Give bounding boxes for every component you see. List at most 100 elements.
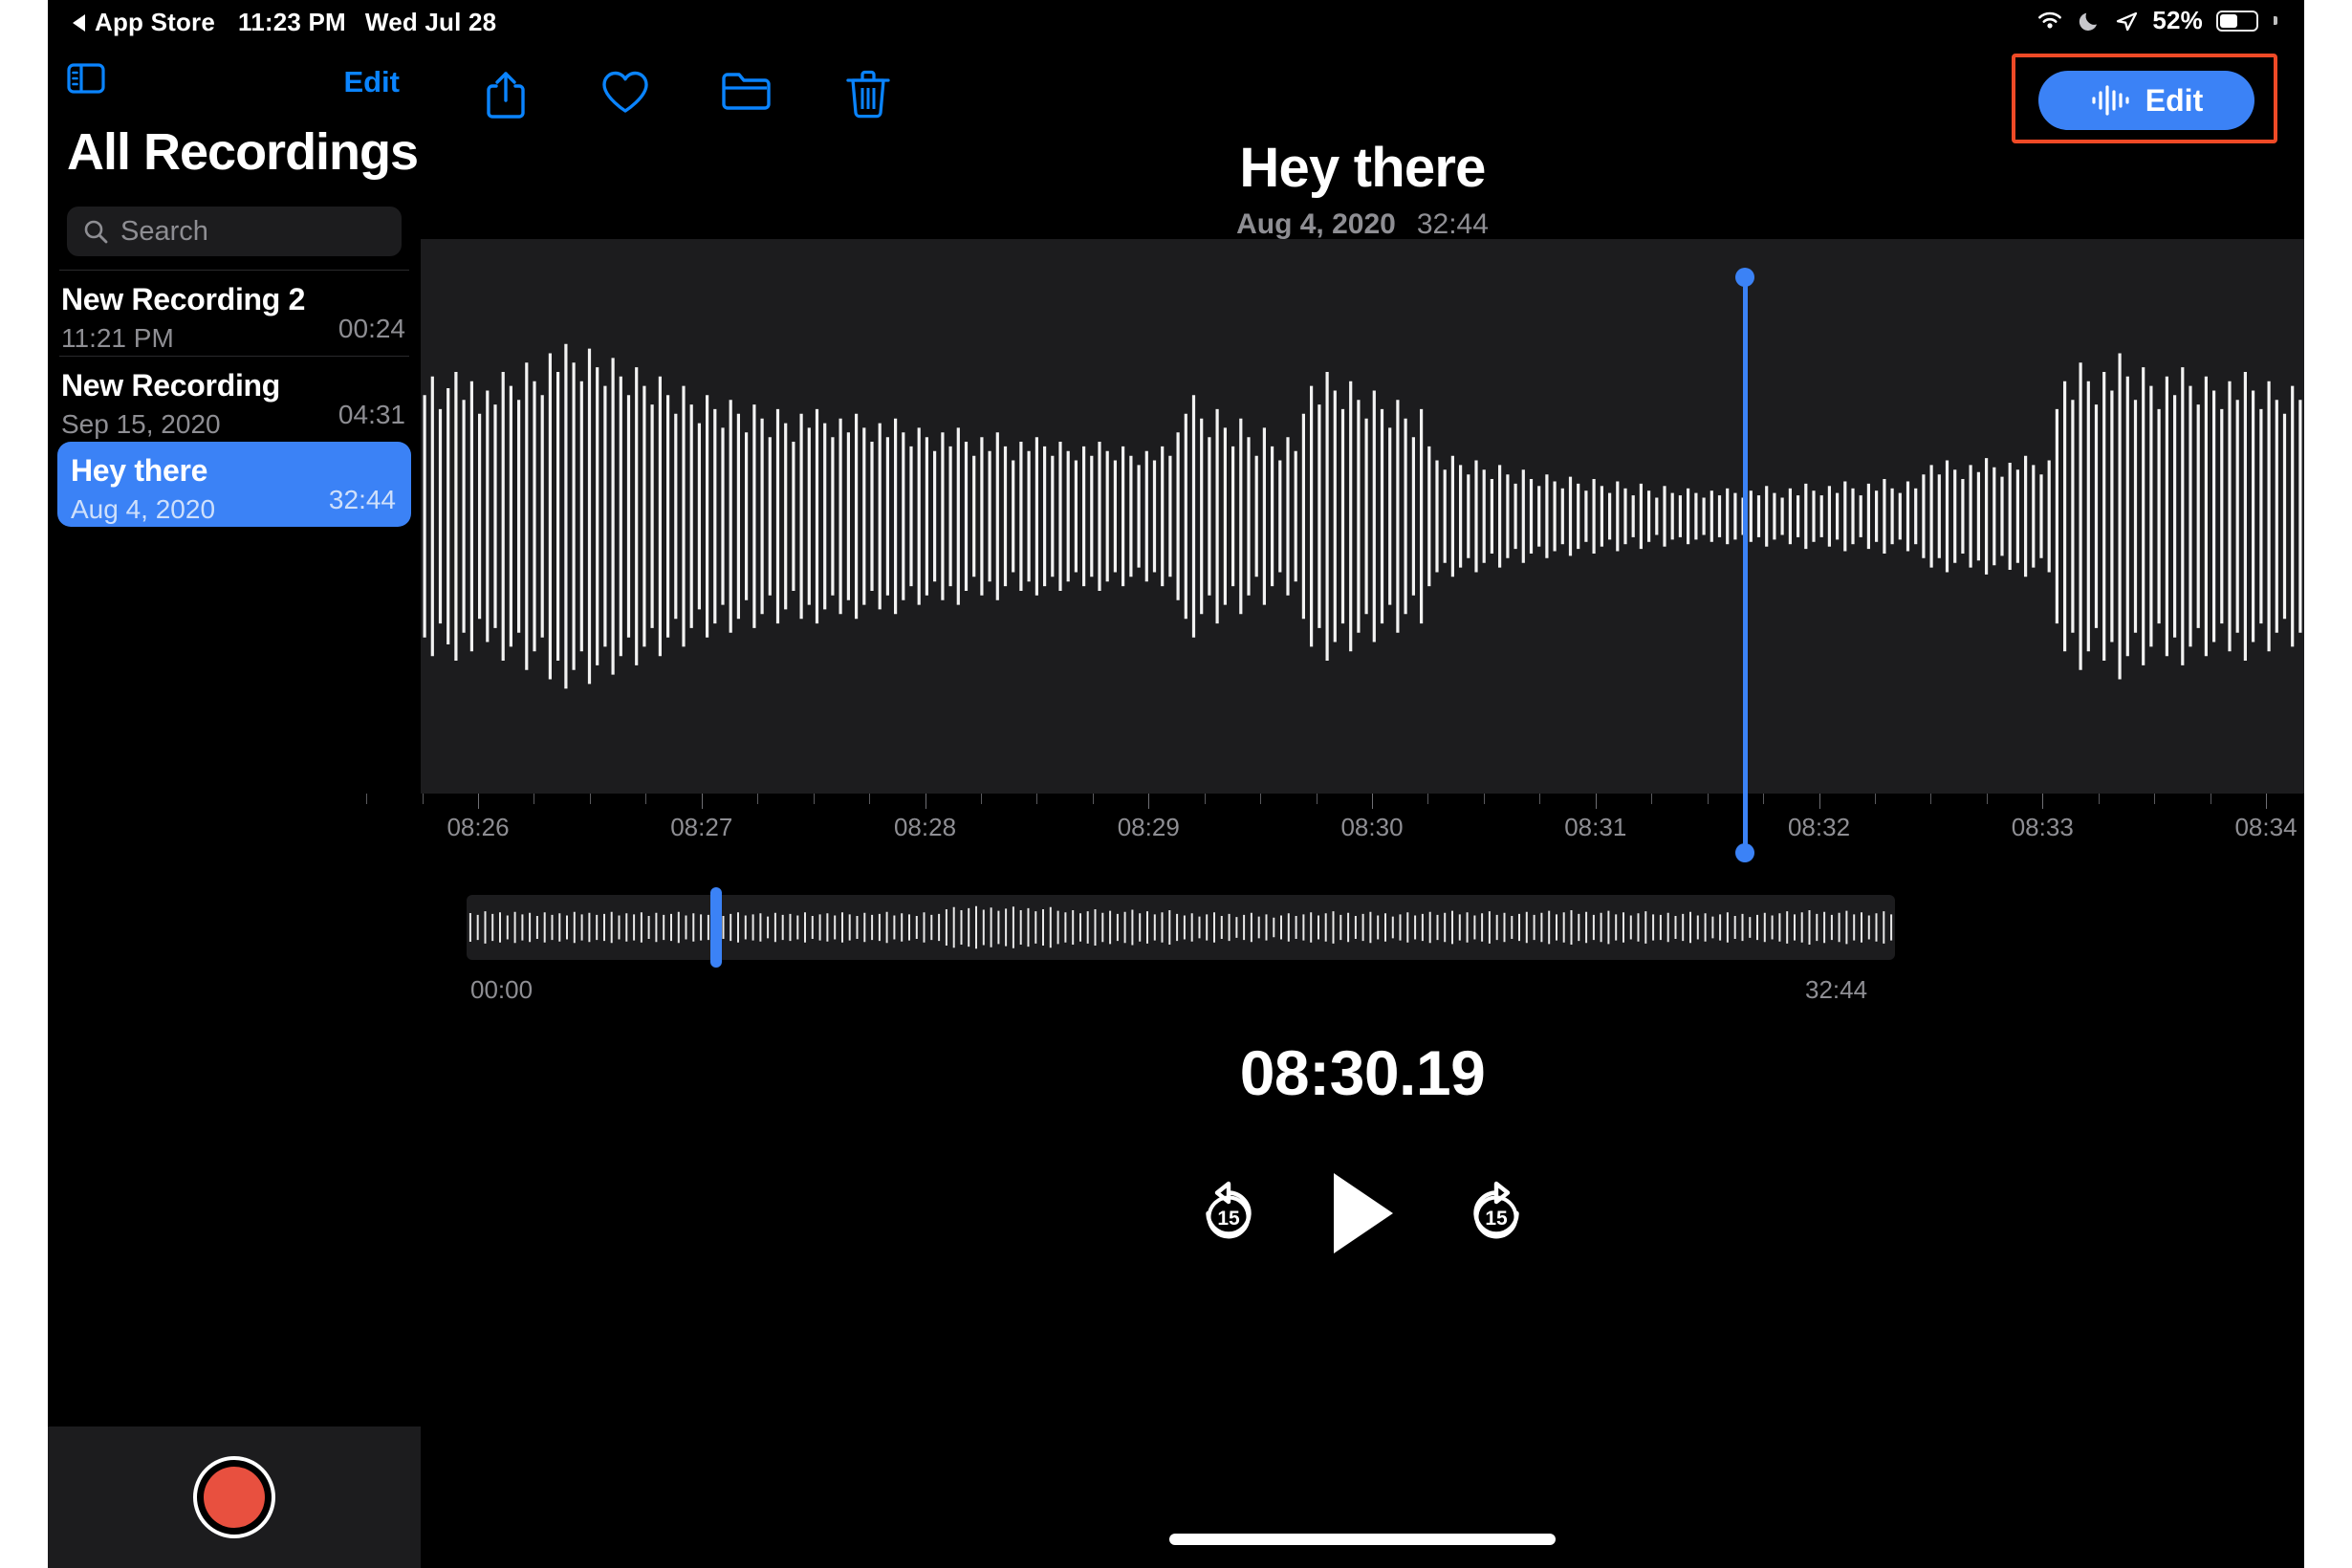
axis-label: 08:32	[1787, 813, 1851, 841]
list-item-title: New Recording	[61, 368, 281, 403]
axis-tick-major	[2266, 794, 2267, 809]
axis-tick-minor	[1260, 794, 1262, 804]
search-input[interactable]: Search	[67, 207, 402, 256]
status-bar-right: 52%	[2036, 6, 2277, 35]
share-icon[interactable]	[484, 69, 528, 125]
axis-tick-minor	[1316, 794, 1318, 804]
axis-label: 08:28	[893, 813, 957, 841]
axis-tick-minor	[1539, 794, 1541, 804]
status-time: 11:23 PM	[238, 8, 346, 36]
axis-tick-major	[1595, 794, 1597, 809]
axis-label: 08:30	[1340, 813, 1404, 841]
page-title: All Recordings	[67, 123, 419, 181]
playhead[interactable]	[1735, 268, 1754, 862]
record-dot	[204, 1467, 265, 1528]
search-placeholder: Search	[120, 215, 208, 247]
scrubber-thumb[interactable]	[710, 887, 723, 968]
axis-tick-minor	[1763, 794, 1765, 804]
axis-tick-minor	[422, 794, 424, 804]
list-item[interactable]: New Recording Sep 15, 2020 04:31	[48, 357, 421, 442]
axis-tick-major	[1372, 794, 1373, 809]
recording-date: Aug 4, 2020	[1236, 208, 1396, 240]
ipad-screen: App Store 11:23 PM Wed Jul 28 52% Edit A…	[48, 0, 2304, 1568]
heart-icon[interactable]	[600, 69, 650, 120]
scrubber-start-label: 00:00	[470, 975, 534, 1004]
axis-tick-minor	[1651, 794, 1653, 804]
timeline-axis: 08:26 08:27 08:28 08:29 08:30 08:31 08:32 08:33…	[366, 794, 2304, 860]
record-button[interactable]	[193, 1456, 275, 1538]
svg-text:15: 15	[1485, 1208, 1508, 1230]
list-item-title: New Recording 2	[61, 282, 306, 316]
axis-tick-minor	[980, 794, 982, 804]
transport-controls: 15 15	[421, 1153, 2304, 1277]
recordings-list: New Recording 2 11:21 PM 00:24 New Recordin…	[48, 270, 421, 527]
status-date: Wed Jul 28	[364, 8, 497, 36]
axis-tick-minor	[645, 794, 647, 804]
axis-tick-minor	[366, 794, 368, 804]
list-item-title: Hey there	[71, 453, 208, 488]
status-bar: App Store 11:23 PM Wed Jul 28 52%	[48, 0, 2304, 44]
recording-meta: Aug 4, 2020 32:44	[421, 208, 2304, 241]
moon-icon	[2080, 12, 2098, 31]
record-bar	[48, 1426, 421, 1568]
battery-percent: 52%	[2152, 6, 2203, 34]
axis-tick-minor	[869, 794, 871, 804]
axis-label: 08:34	[2234, 813, 2298, 841]
axis-tick-minor	[1986, 794, 1988, 804]
play-icon[interactable]	[1324, 1167, 1401, 1264]
back-app-label[interactable]: App Store	[95, 8, 215, 37]
detail-toolbar: Edit	[421, 44, 2304, 149]
axis-tick-minor	[1427, 794, 1429, 804]
battery-cap	[2274, 16, 2277, 25]
axis-tick-minor	[1874, 794, 1876, 804]
axis-tick-major	[701, 794, 703, 809]
axis-tick-minor	[2098, 794, 2100, 804]
playhead-knob-top[interactable]	[1735, 268, 1754, 287]
axis-tick-minor	[1204, 794, 1206, 804]
sidebar-edit-button[interactable]: Edit	[343, 65, 400, 99]
axis-label: 08:31	[1564, 813, 1627, 841]
scrubber-waveform	[468, 905, 1893, 949]
home-indicator	[1169, 1534, 1556, 1545]
edit-button[interactable]: Edit	[2038, 71, 2254, 130]
axis-tick-minor	[1092, 794, 1094, 804]
axis-tick-minor	[1707, 794, 1709, 804]
edit-button-label: Edit	[2145, 82, 2204, 118]
axis-tick-minor	[589, 794, 591, 804]
axis-tick-minor	[757, 794, 759, 804]
axis-label: 08:27	[670, 813, 733, 841]
axis-tick-minor	[1483, 794, 1485, 804]
detail-pane: Edit Hey there Aug 4, 2020 32:44 08:26 08:…	[366, 44, 2304, 1568]
axis-tick-minor	[2154, 794, 2156, 804]
axis-tick-minor	[2210, 794, 2211, 804]
triangle-left-icon[interactable]	[73, 13, 85, 32]
waveform-chart	[423, 343, 2302, 689]
axis-tick-minor	[1930, 794, 1932, 804]
axis-label: 08:33	[2011, 813, 2074, 841]
waveform-view[interactable]	[421, 239, 2304, 794]
folder-icon[interactable]	[721, 69, 771, 116]
waveform-icon	[2092, 85, 2129, 116]
skip-back-15-icon[interactable]: 15	[1196, 1181, 1261, 1251]
axis-tick-minor	[1036, 794, 1038, 804]
sidebar: Edit All Recordings Search New Recording…	[48, 44, 421, 1568]
list-item[interactable]: New Recording 2 11:21 PM 00:24	[48, 271, 421, 356]
skip-forward-15-icon[interactable]: 15	[1464, 1181, 1529, 1251]
axis-tick-minor	[813, 794, 815, 804]
scrubber-track[interactable]	[467, 895, 1895, 960]
list-item-duration: 00:24	[338, 314, 405, 343]
wifi-icon	[2038, 11, 2062, 28]
svg-text:15: 15	[1217, 1208, 1240, 1230]
list-item[interactable]: Hey there Aug 4, 2020 32:44	[57, 442, 411, 527]
recording-duration: 32:44	[1416, 208, 1489, 240]
location-arrow-icon	[2117, 11, 2138, 31]
scrubber-end-label: 32:44	[1805, 975, 1868, 1004]
axis-tick-major	[1148, 794, 1150, 809]
status-bar-left: App Store 11:23 PM Wed Jul 28	[73, 8, 496, 37]
axis-tick-major	[1818, 794, 1820, 809]
sidebar-toggle-icon[interactable]	[67, 63, 105, 98]
trash-icon[interactable]	[845, 69, 891, 123]
axis-label: 08:29	[1117, 813, 1180, 841]
recording-title: Hey there	[1239, 137, 1486, 199]
battery-icon	[2216, 10, 2258, 32]
